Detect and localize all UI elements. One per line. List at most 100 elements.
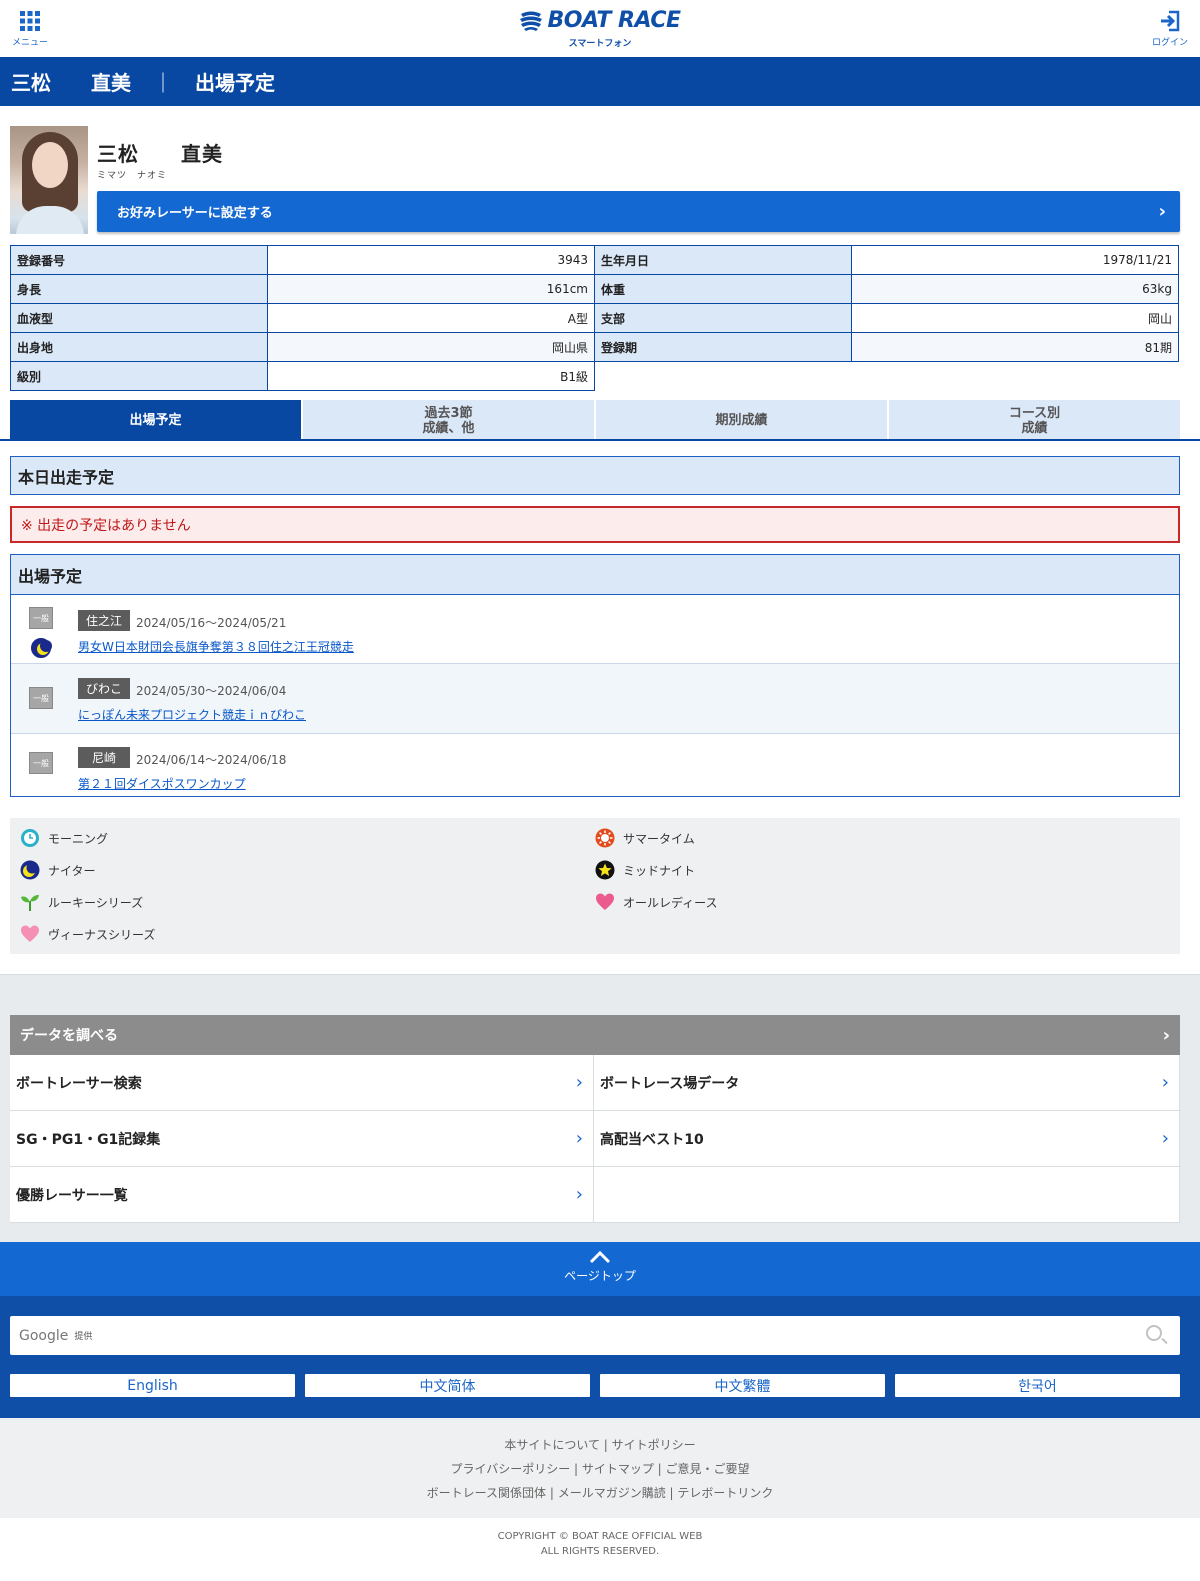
footer-link-row[interactable]: プライバシーポリシー | サイトマップ | ご意見・ご要望 bbox=[0, 1457, 1200, 1481]
data-link-sg-records[interactable]: SG・PG1・G1記録集 › bbox=[10, 1111, 594, 1167]
tab-label: 過去3節 bbox=[424, 405, 473, 421]
tab-last-3-meets[interactable]: 過去3節 成績、他 bbox=[303, 400, 594, 441]
data-link-high-payout[interactable]: 高配当ベスト10 › bbox=[594, 1111, 1180, 1167]
site-logo[interactable]: BOAT RACE スマートフォン bbox=[0, 8, 1200, 49]
tab-label: 出場予定 bbox=[129, 413, 182, 428]
info-value: 161cm bbox=[267, 274, 595, 304]
info-row: 級別 B1級 bbox=[10, 361, 1180, 391]
page-title-bar: 三松 直美 ｜ 出場予定 bbox=[0, 57, 1200, 106]
data-links-grid: ボートレーサー検索 › ボートレース場データ › SG・PG1・G1記録集 › … bbox=[10, 1055, 1180, 1223]
venue-badge: 尼崎 bbox=[78, 747, 130, 768]
midnight-star-icon bbox=[595, 860, 615, 880]
race-title-link[interactable]: にっぽん未来プロジェクト競走ｉｎびわこ bbox=[78, 706, 306, 723]
info-label: 生年月日 bbox=[594, 245, 852, 275]
racer-name-title: 三松 直美 bbox=[11, 71, 131, 95]
info-value: 81期 bbox=[851, 332, 1179, 362]
info-label: 体重 bbox=[594, 274, 852, 304]
tab-label: 期別成績 bbox=[715, 413, 768, 428]
logo-wordmark: BOAT RACE bbox=[547, 8, 681, 33]
page-top-button[interactable]: ページトップ bbox=[0, 1242, 1200, 1296]
racer-photo bbox=[10, 126, 88, 234]
grade-badge: 一般 bbox=[29, 607, 53, 629]
copyright: COPYRIGHT © BOAT RACE OFFICIAL WEB ALL R… bbox=[0, 1518, 1200, 1559]
search-icon[interactable] bbox=[1146, 1325, 1162, 1341]
info-label: 支部 bbox=[594, 303, 852, 333]
data-section-heading[interactable]: データを調べる › bbox=[10, 1015, 1180, 1055]
legend-item: オールレディース bbox=[595, 892, 718, 912]
footer-link-row[interactable]: ボートレース関係団体 | メールマガジン購読 | テレボートリンク bbox=[0, 1481, 1200, 1505]
all-ladies-heart-icon bbox=[596, 893, 614, 910]
title-separator: ｜ bbox=[153, 71, 173, 95]
info-label: 登録期 bbox=[594, 332, 852, 362]
info-label: 出身地 bbox=[10, 332, 268, 362]
venue-badge: びわこ bbox=[78, 678, 130, 699]
footer-link-row[interactable]: 本サイトについて | サイトポリシー bbox=[0, 1433, 1200, 1457]
legend-label: オールレディース bbox=[623, 895, 718, 910]
info-value: 1978/11/21 bbox=[851, 245, 1179, 275]
empty-cell bbox=[594, 1167, 1180, 1223]
nighter-moon-icon bbox=[31, 638, 52, 658]
tab-schedule[interactable]: 出場予定 bbox=[10, 400, 301, 441]
info-value: B1級 bbox=[267, 361, 595, 391]
legend-label: ヴィーナスシリーズ bbox=[48, 927, 156, 942]
info-value: 岡山 bbox=[851, 303, 1179, 333]
copyright-line: ALL RIGHTS RESERVED. bbox=[540, 1546, 660, 1557]
chevron-up-icon bbox=[589, 1250, 611, 1264]
no-race-notice: ※ 出走の予定はありません bbox=[10, 506, 1180, 543]
tab-label: コース別 bbox=[1008, 405, 1061, 421]
set-favorite-racer-button[interactable]: お好みレーサーに設定する › bbox=[97, 191, 1180, 232]
race-dates: 2024/05/30〜2024/06/04 bbox=[136, 684, 287, 698]
boat-race-logo-icon bbox=[520, 11, 543, 31]
legend-item: モーニング bbox=[20, 828, 108, 848]
venus-heart-icon bbox=[21, 925, 39, 942]
info-label: 級別 bbox=[10, 361, 268, 391]
site-search-input[interactable]: Google 提供 bbox=[10, 1316, 1180, 1355]
legend-item: ナイター bbox=[20, 860, 96, 880]
info-label: 血液型 bbox=[10, 303, 268, 333]
info-label: 身長 bbox=[10, 274, 268, 304]
info-value: 3943 bbox=[267, 245, 595, 275]
data-section-title: データを調べる bbox=[20, 1028, 118, 1044]
tab-label: 成績、他 bbox=[422, 420, 475, 436]
info-row: 血液型 A型 支部 岡山 bbox=[10, 303, 1180, 333]
lang-simplified-chinese-button[interactable]: 中文简体 bbox=[305, 1374, 590, 1397]
info-row: 登録番号 3943 生年月日 1978/11/21 bbox=[10, 245, 1180, 275]
chevron-right-icon: › bbox=[1158, 201, 1166, 222]
chevron-right-icon: › bbox=[1161, 1072, 1169, 1093]
tab-term-results[interactable]: 期別成績 bbox=[596, 400, 887, 441]
race-title-link[interactable]: 第２１回ダイスポスワンカップ bbox=[78, 775, 246, 792]
legend-label: モーニング bbox=[48, 831, 109, 846]
info-value: 岡山県 bbox=[267, 332, 595, 362]
legend-label: ナイター bbox=[48, 863, 96, 878]
data-link-stadium-data[interactable]: ボートレース場データ › bbox=[594, 1055, 1180, 1111]
list-item: 一般 びわこ 2024/05/30〜2024/06/04 にっぽん未来プロジェク… bbox=[11, 664, 1179, 734]
legend-label: サマータイム bbox=[623, 831, 695, 846]
data-link-label: 高配当ベスト10 bbox=[600, 1131, 704, 1148]
tab-course-results[interactable]: コース別 成績 bbox=[889, 400, 1180, 441]
racer-name: 三松 直美 bbox=[97, 142, 223, 166]
language-switcher: English 中文简体 中文繁體 한국어 bbox=[10, 1374, 1180, 1397]
info-value: A型 bbox=[267, 303, 595, 333]
data-link-label: 優勝レーサー一覧 bbox=[16, 1187, 128, 1204]
login-button[interactable]: ログイン bbox=[1140, 10, 1200, 48]
legend-item: ルーキーシリーズ bbox=[20, 892, 143, 912]
chevron-right-icon: › bbox=[575, 1184, 583, 1205]
morning-clock-icon bbox=[21, 829, 39, 847]
data-link-winners-list[interactable]: 優勝レーサー一覧 › bbox=[10, 1167, 594, 1223]
data-link-racer-search[interactable]: ボートレーサー検索 › bbox=[10, 1055, 594, 1111]
chevron-right-icon: › bbox=[1161, 1128, 1169, 1149]
race-title-link[interactable]: 男女W日本財団会長旗争奪第３８回住之江王冠競走 bbox=[78, 638, 354, 655]
login-icon bbox=[1161, 10, 1180, 32]
site-header: メニュー BOAT RACE スマートフォン ログイン bbox=[0, 0, 1200, 57]
search-provider-suffix: 提供 bbox=[74, 1332, 93, 1342]
search-provider: Google bbox=[19, 1327, 69, 1344]
lang-korean-button[interactable]: 한국어 bbox=[895, 1374, 1180, 1397]
footer-links: 本サイトについて | サイトポリシー プライバシーポリシー | サイトマップ |… bbox=[0, 1418, 1200, 1518]
lang-traditional-chinese-button[interactable]: 中文繁體 bbox=[600, 1374, 885, 1397]
legend-label: ミッドナイト bbox=[623, 863, 696, 878]
list-item: 一般 尼崎 2024/06/14〜2024/06/18 第２１回ダイスポスワンカ… bbox=[11, 734, 1179, 797]
lang-english-button[interactable]: English bbox=[10, 1374, 295, 1397]
login-label: ログイン bbox=[1151, 38, 1188, 48]
race-dates: 2024/05/16〜2024/05/21 bbox=[136, 616, 287, 630]
set-favorite-label: お好みレーサーに設定する bbox=[117, 206, 273, 221]
